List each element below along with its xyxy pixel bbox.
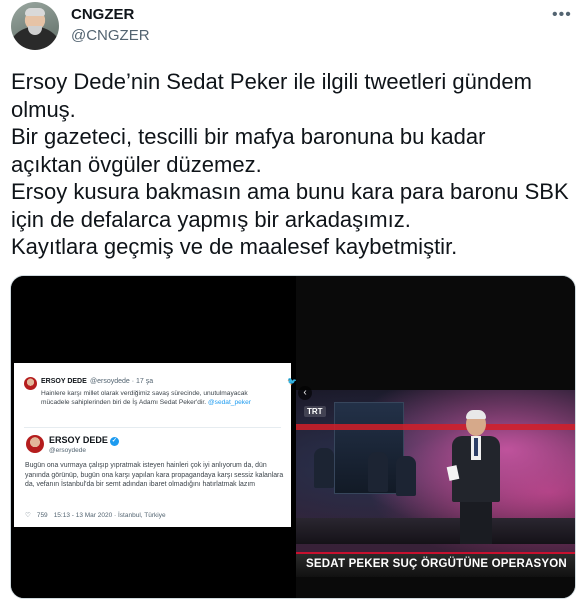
studio-floor <box>296 518 575 544</box>
heart-icon: ♡ <box>25 512 31 519</box>
embedded-name-text: ERSOY DEDE <box>49 435 108 445</box>
embedded-timestamp: 15:13 - 13 Mar 2020 · İstanbul, Türkiye <box>53 512 166 519</box>
officer-figure <box>314 448 334 488</box>
news-anchor <box>446 410 504 544</box>
media-image-screenshot[interactable]: ERSOY DEDE @ersoydede · 17 şa 🐦 Hainlere… <box>11 276 297 598</box>
officer-figure <box>396 456 416 496</box>
avatar-hair <box>25 8 45 16</box>
embedded-name: ERSOY DEDE ✓ <box>49 435 119 446</box>
quoted-tweet: ERSOY DEDE @ersoydede · 17 şa 🐦 Hainlere… <box>24 377 297 427</box>
media-grid[interactable]: ERSOY DEDE @ersoydede · 17 şa 🐦 Hainlere… <box>10 275 576 599</box>
quoted-avatar <box>24 377 37 390</box>
embedded-avatar <box>26 435 44 453</box>
avatar-beard <box>28 26 42 35</box>
studio-red-bar <box>296 424 575 430</box>
tweet-line: açıktan övgüler düzemez. <box>11 151 262 177</box>
divider <box>24 427 281 428</box>
tweet-line: Kayıtlara geçmiş ve de maalesef kaybetmi… <box>11 234 458 259</box>
verified-icon: ✓ <box>109 437 119 446</box>
embedded-tweet-screenshot: ERSOY DEDE @ersoydede · 17 şa 🐦 Hainlere… <box>14 363 297 527</box>
display-name[interactable]: CNGZER <box>71 6 134 23</box>
officer-figure <box>368 452 388 492</box>
quoted-handle: @ersoydede · 17 şa <box>90 378 154 385</box>
chevron-left-icon[interactable]: ‹ <box>298 386 312 400</box>
anchor-tie <box>474 438 478 456</box>
tweet-line: Ersoy kusura bakmasın ama bunu kara para… <box>11 179 569 204</box>
tweet-line: Ersoy Dede’nin Sedat Peker ile ilgili tw… <box>11 69 532 94</box>
user-handle[interactable]: @CNGZER <box>71 27 150 44</box>
news-studio-scene <box>296 390 575 560</box>
tweet: CNGZER @CNGZER ••• Ersoy Dede’nin Sedat … <box>0 0 587 609</box>
tweet-line: Bir gazeteci, tescilli bir mafya baronun… <box>11 124 486 149</box>
tweet-text: Ersoy Dede’nin Sedat Peker ile ilgili tw… <box>11 68 577 261</box>
embedded-body: Bugün ona vurmaya çalışıp yıpratmak iste… <box>25 462 284 489</box>
chyron-text: SEDAT PEKER SUÇ ÖRGÜTÜNE OPERASYON <box>306 558 567 570</box>
embedded-likes: 759 <box>36 512 48 519</box>
embedded-handle: @ersoydede <box>49 447 86 454</box>
anchor-legs <box>460 502 492 544</box>
quoted-mention: @sedat_peker <box>207 399 251 407</box>
quoted-body: Hainlere karşı millet olarak verdiğimiz … <box>41 389 271 407</box>
channel-logo: TRT <box>304 406 326 417</box>
tweet-line: için de defalarca yapmış bir arkadaşımız… <box>11 206 411 232</box>
tweet-line: olmuş. <box>11 96 76 122</box>
quoted-name: ERSOY DEDE <box>41 378 87 385</box>
media-image-news[interactable]: ‹ TRT SEDAT PEKER SUÇ ÖRGÜTÜNE OPERASYON <box>296 276 575 598</box>
more-horizontal-icon[interactable]: ••• <box>552 6 572 24</box>
embedded-meta: ♡ 759 15:13 - 13 Mar 2020 · İstanbul, Türk… <box>25 511 287 519</box>
avatar[interactable] <box>11 2 59 50</box>
anchor-hair <box>466 410 486 419</box>
news-chyron: SEDAT PEKER SUÇ ÖRGÜTÜNE OPERASYON <box>296 552 575 577</box>
